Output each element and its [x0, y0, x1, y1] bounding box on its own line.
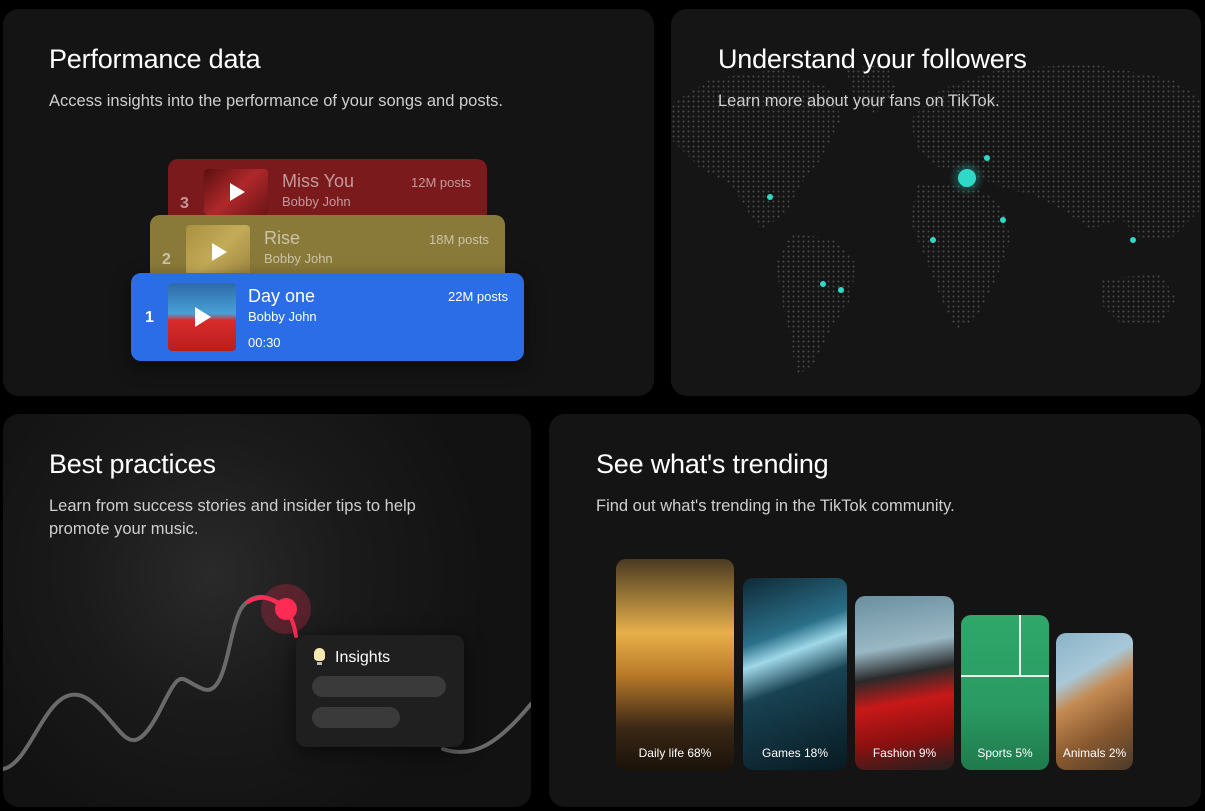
song-rank: 1 — [145, 309, 154, 326]
trending-subtitle: Find out what's trending in the TikTok c… — [596, 497, 955, 515]
song-thumbnail — [168, 283, 236, 351]
song-title: Miss You — [282, 171, 355, 191]
song-thumbnail — [186, 225, 250, 279]
trend-tile-label: Animals 2% — [1062, 746, 1127, 760]
song-duration: 00:30 — [248, 335, 281, 350]
followers-card: Understand your followers Learn more abo… — [671, 9, 1201, 396]
followers-title: Understand your followers — [718, 44, 1027, 74]
play-icon — [230, 183, 245, 201]
trend-tile-games[interactable]: Games 18% — [743, 578, 847, 770]
map-hotspot — [820, 281, 826, 287]
trend-tile-label: Fashion 9% — [872, 746, 937, 760]
map-hotspot — [958, 169, 976, 187]
map-hotspot — [930, 237, 936, 243]
play-icon — [195, 307, 211, 327]
trend-tile-animals[interactable]: Animals 2% — [1056, 633, 1133, 770]
court-line — [1019, 615, 1021, 675]
song-posts: 22M posts — [448, 289, 508, 304]
song-title: Rise — [264, 228, 301, 248]
lightbulb-icon — [314, 648, 325, 661]
map-hotspot — [1000, 217, 1006, 223]
song-title: Day one — [248, 286, 316, 306]
play-icon — [212, 243, 227, 261]
song-rank: 3 — [180, 195, 189, 212]
song-rank: 2 — [162, 251, 171, 268]
map-hotspot — [767, 194, 773, 200]
trend-point — [275, 598, 297, 620]
song-artist: Bobby John — [264, 251, 333, 266]
insights-label: Insights — [335, 649, 391, 666]
map-hotspot — [1130, 237, 1136, 243]
trending-title: See what's trending — [596, 449, 829, 479]
trend-tile-daily-life[interactable]: Daily life 68% — [616, 559, 734, 770]
map-hotspot — [838, 287, 844, 293]
placeholder-bar — [312, 676, 446, 697]
performance-subtitle: Access insights into the performance of … — [49, 92, 503, 110]
song-posts: 18M posts — [429, 232, 489, 247]
trend-tile-fashion[interactable]: Fashion 9% — [855, 596, 954, 770]
song-posts: 12M posts — [411, 175, 471, 190]
trend-tile-label: Sports 5% — [977, 746, 1033, 760]
lightbulb-base — [317, 662, 322, 665]
trend-line — [3, 584, 531, 771]
trend-tile-sports[interactable]: Sports 5% — [961, 615, 1049, 770]
trending-card: See what's trending Find out what's tren… — [549, 414, 1201, 807]
court-line — [961, 675, 1049, 677]
practices-card: Best practices Learn from success storie… — [3, 414, 531, 807]
map-hotspot — [984, 155, 990, 161]
song-thumbnail — [204, 169, 268, 215]
performance-title: Performance data — [49, 44, 261, 74]
song-artist: Bobby John — [248, 309, 317, 324]
followers-subtitle: Learn more about your fans on TikTok. — [718, 92, 1000, 110]
song-card-1[interactable]: 1 Day one Bobby John 00:30 22M posts — [131, 273, 524, 361]
insights-card[interactable]: Insights — [296, 635, 464, 747]
performance-card: Performance data Access insights into th… — [3, 9, 654, 396]
trend-tile-label: Games 18% — [761, 746, 829, 760]
trend-tile-label: Daily life 68% — [638, 746, 712, 760]
song-artist: Bobby John — [282, 194, 351, 209]
placeholder-bar — [312, 707, 400, 728]
